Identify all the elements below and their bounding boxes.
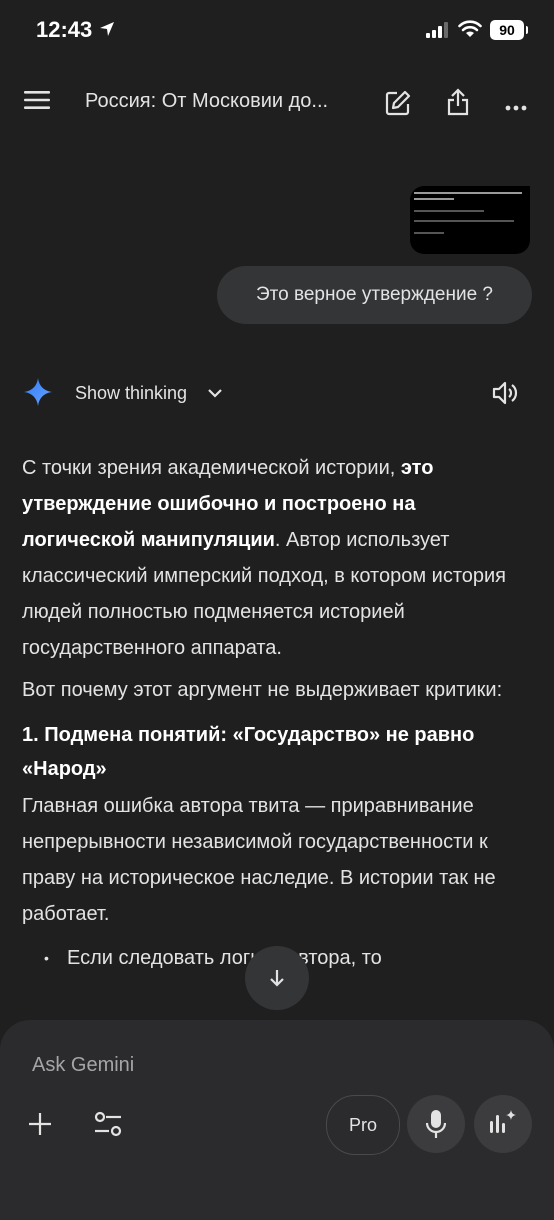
- mic-button[interactable]: [407, 1095, 465, 1153]
- ask-gemini-input[interactable]: Ask Gemini: [32, 1054, 134, 1077]
- user-message-bubble: Это верное утверждение ?: [217, 266, 532, 324]
- pro-model-button[interactable]: Pro: [326, 1095, 400, 1155]
- arrow-down-icon: [270, 970, 284, 987]
- scroll-to-bottom-button[interactable]: [245, 946, 309, 1010]
- thumbnail-text-line: [414, 220, 514, 222]
- cellular-signal-icon: [426, 22, 450, 43]
- gemini-sparkle-icon: [24, 378, 52, 411]
- tools-icon[interactable]: [93, 1110, 123, 1143]
- response-body: С точки зрения академической истории, эт…: [22, 450, 534, 976]
- live-button[interactable]: [474, 1095, 532, 1153]
- thumbnail-text-line: [414, 210, 484, 212]
- response-paragraph: С точки зрения академической истории, эт…: [22, 450, 534, 666]
- attached-image-thumbnail[interactable]: [410, 186, 530, 254]
- speaker-icon[interactable]: [492, 380, 520, 411]
- thumbnail-text-line: [414, 192, 522, 194]
- status-bar: 12:43 90: [0, 0, 554, 62]
- plus-icon[interactable]: [28, 1112, 52, 1141]
- composer: Ask Gemini Pro: [0, 1020, 554, 1220]
- mic-icon: [425, 1110, 447, 1138]
- show-thinking-toggle[interactable]: Show thinking: [75, 383, 187, 404]
- status-time: 12:43: [36, 17, 93, 42]
- chat-title[interactable]: Россия: От Московии до...: [85, 90, 360, 113]
- battery-indicator: 90: [490, 20, 528, 40]
- more-icon[interactable]: [505, 98, 527, 116]
- thumbnail-text-line: [414, 198, 454, 200]
- response-paragraph: Вот почему этот аргумент не выдерживает …: [22, 679, 503, 701]
- location-arrow-icon: [99, 21, 115, 42]
- live-icon: [490, 1110, 516, 1133]
- response-heading: 1. Подмена понятий: «Государство» не рав…: [22, 724, 475, 780]
- edit-icon[interactable]: [385, 90, 411, 121]
- response-paragraph: Главная ошибка автора твита — приравнива…: [22, 795, 496, 925]
- chevron-down-icon[interactable]: [207, 386, 223, 404]
- menu-icon[interactable]: [24, 90, 50, 115]
- paragraph-text: С точки зрения академической истории,: [22, 457, 401, 479]
- thumbnail-text-line: [414, 232, 444, 234]
- wifi-icon: [458, 20, 482, 43]
- top-app-bar: Россия: От Московии до...: [0, 70, 554, 134]
- share-icon[interactable]: [446, 88, 470, 121]
